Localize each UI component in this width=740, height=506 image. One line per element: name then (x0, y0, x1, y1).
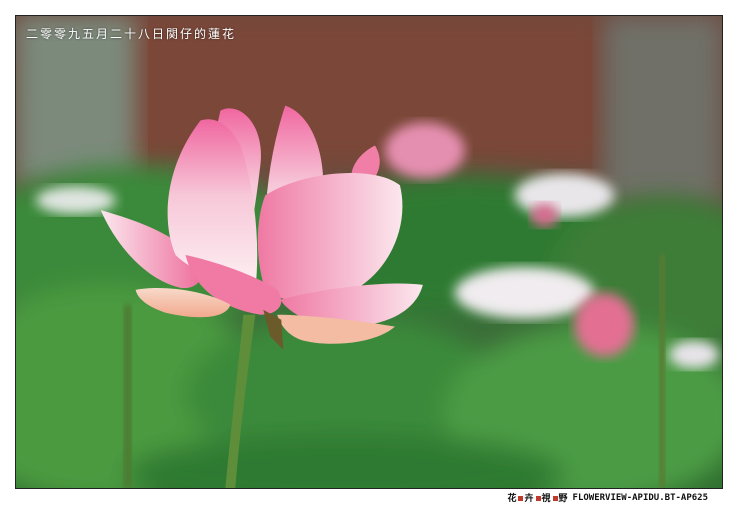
blurred-stem (123, 304, 132, 488)
logo-separator (535, 496, 541, 501)
site-logo: 花卉視野 (507, 491, 568, 504)
logo-char: 野 (558, 494, 569, 504)
logo-separator (518, 496, 524, 501)
logo-char: 花 (507, 494, 518, 504)
watermark-footer: 花卉視野 FLOWERVIEW-APIDU.BT-AP625 (507, 491, 708, 505)
logo-char: 卉 (524, 494, 535, 504)
lotus-photo (16, 16, 722, 488)
photo-frame: 二零零九五月二十八日関仔的蓮花 (15, 15, 723, 489)
logo-char: 視 (541, 494, 552, 504)
site-url: FLOWERVIEW-APIDU.BT-AP625 (572, 492, 708, 503)
photo-caption: 二零零九五月二十八日関仔的蓮花 (26, 27, 237, 41)
right-pillar (604, 16, 722, 206)
logo-separator (552, 496, 558, 501)
blurred-stem-right (659, 254, 666, 488)
